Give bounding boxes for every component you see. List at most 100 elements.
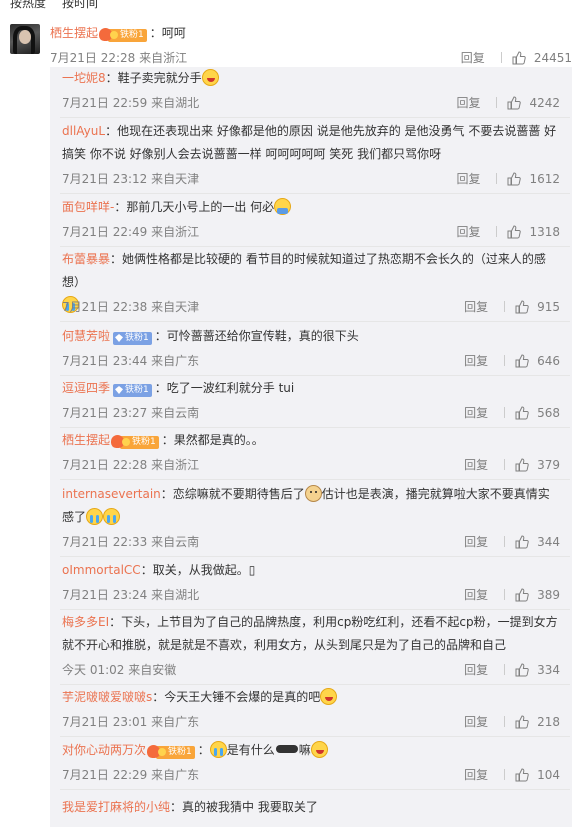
reply-button[interactable]: 回复 (456, 170, 480, 187)
like-icon[interactable] (515, 714, 529, 729)
reply-actions: 回复 646 (464, 352, 560, 369)
like-icon[interactable] (515, 299, 529, 314)
username-link[interactable]: 何慧芳啦 (62, 329, 110, 343)
reply-actions: 回复 389 (464, 586, 560, 603)
like-icon[interactable] (515, 662, 529, 677)
reply-button[interactable]: 回复 (464, 456, 488, 473)
like-count: 915 (537, 299, 560, 314)
like-icon[interactable] (512, 50, 526, 65)
reply-button[interactable]: 回复 (461, 49, 485, 66)
reply-text: 面包咩咩-：那前几天小号上的一出 何必 (62, 196, 558, 219)
crying-emoji-icon (86, 508, 104, 525)
reply-actions: 回复 568 (464, 404, 560, 421)
like-icon[interactable] (515, 534, 529, 549)
reply-actions: 回复 379 (464, 456, 560, 473)
reply-actions: 回复 344 (464, 533, 560, 550)
username-link[interactable]: 我是爱打麻将的小纯 (62, 800, 170, 814)
reply-meta: 7月21日 23:27 来自云南 (62, 406, 200, 420)
username-link[interactable]: 逗逗四季 (62, 381, 110, 395)
username-link[interactable]: dllAyuL (62, 124, 105, 138)
like-icon[interactable] (507, 95, 522, 110)
reply-actions: 回复 334 (464, 661, 560, 678)
like-icon[interactable] (515, 457, 529, 472)
fan-badge: 铁粉1 (113, 331, 152, 345)
like-icon[interactable] (515, 405, 529, 420)
reply-button[interactable]: 回复 (464, 404, 488, 421)
reply-divider (60, 375, 570, 376)
reply-meta: 7月21日 22:38 来自天津 (62, 300, 200, 314)
reply-button[interactable]: 回复 (464, 713, 488, 730)
like-count: 1318 (529, 224, 560, 239)
comment-meta: 7月21日 22:28 来自浙江 (50, 51, 188, 65)
main-comment-text: 栖生摆起 铁粉1 ：呵呵 (50, 26, 186, 42)
reply-divider (60, 736, 570, 737)
avatar[interactable] (10, 24, 40, 54)
fan-badge: 铁粉1 (113, 383, 152, 397)
reply-divider (60, 479, 570, 480)
like-count: 646 (537, 353, 560, 368)
reply-actions: 回复 218 (464, 713, 560, 730)
reply-divider (60, 246, 570, 247)
tab-time[interactable]: 按时间 (62, 0, 98, 10)
reply-meta: 7月21日 22:28 来自浙江 (62, 458, 200, 472)
fan-badge: 铁粉1 (147, 744, 195, 759)
reply-divider (60, 556, 570, 557)
like-count: 344 (537, 534, 560, 549)
username-link[interactable]: 对你心动两万次 (62, 743, 146, 757)
reply-divider (60, 193, 570, 194)
like-count: 379 (537, 457, 560, 472)
reply-text: internasevertain：恋综嘛就不要期待售后了 估计也是表演，播完就算啦… (62, 485, 550, 525)
fan-badge: 铁粉1 (111, 434, 159, 449)
reply-text: 栖生摆起 铁粉1 ：果然都是真的。。 (62, 433, 264, 449)
reply-actions: 回复 4242 (456, 94, 560, 111)
reply-actions: 回复 104 (464, 766, 560, 783)
reply-button[interactable]: 回复 (464, 766, 488, 783)
like-count: 1612 (529, 171, 560, 186)
crying-emoji-icon (103, 508, 121, 525)
reply-divider (60, 684, 570, 685)
reply-button[interactable]: 回复 (456, 94, 480, 111)
tab-hot[interactable]: 按热度 (10, 0, 46, 10)
reply-text: 对你心动两万次 铁粉1：是有什么嘛 (62, 739, 558, 762)
like-icon[interactable] (515, 587, 529, 602)
sort-tabs: 按热度 按时间 (0, 0, 582, 10)
like-count: 334 (537, 662, 560, 677)
username-link[interactable]: oImmortalCC (62, 563, 141, 577)
comment-actions: 回复 24451 (461, 49, 572, 66)
reply-button[interactable]: 回复 (464, 533, 488, 550)
like-icon[interactable] (515, 767, 529, 782)
laugh-emoji-icon (201, 69, 219, 86)
reply-button[interactable]: 回复 (464, 352, 488, 369)
username-link[interactable]: internasevertain (62, 487, 161, 501)
laughing-emoji-icon (310, 741, 328, 758)
reply-text: 芋泥啵啵爱啵啵s：今天王大锤不会爆的是真的吧 (62, 686, 558, 709)
reply-meta: 7月21日 22:49 来自浙江 (62, 225, 200, 239)
reply-button[interactable]: 回复 (464, 586, 488, 603)
like-count: 389 (537, 587, 560, 602)
like-icon[interactable] (507, 171, 522, 186)
like-count: 568 (537, 405, 560, 420)
like-icon[interactable] (515, 353, 529, 368)
username-link[interactable]: 面包咩咩- (62, 200, 114, 214)
reply-actions: 回复 915 (464, 298, 560, 315)
reply-button[interactable]: 回复 (456, 223, 480, 240)
reply-meta: 7月21日 22:59 来自湖北 (62, 96, 200, 110)
username-link[interactable]: 梅多多EI (62, 615, 109, 629)
username-link[interactable]: 芋泥啵啵爱啵啵s (62, 690, 152, 704)
reply-divider (60, 321, 570, 322)
like-icon[interactable] (507, 224, 522, 239)
reply-text: 一坨妮8：鞋子卖完就分手 (62, 67, 558, 90)
reply-actions: 回复 1612 (456, 170, 560, 187)
like-count: 104 (537, 767, 560, 782)
reply-divider (60, 609, 570, 610)
sunglasses-emoji-icon (275, 745, 298, 753)
crying-emoji-icon (209, 741, 227, 758)
username-link[interactable]: 布蕾暴暴 (62, 252, 110, 266)
username-link[interactable]: 栖生摆起 (50, 26, 98, 40)
reply-button[interactable]: 回复 (464, 298, 488, 315)
like-count: 24451 (533, 50, 572, 65)
reply-actions: 回复 1318 (456, 223, 560, 240)
reply-button[interactable]: 回复 (464, 661, 488, 678)
username-link[interactable]: 栖生摆起 (62, 433, 110, 447)
username-link[interactable]: 一坨妮8 (62, 71, 106, 85)
